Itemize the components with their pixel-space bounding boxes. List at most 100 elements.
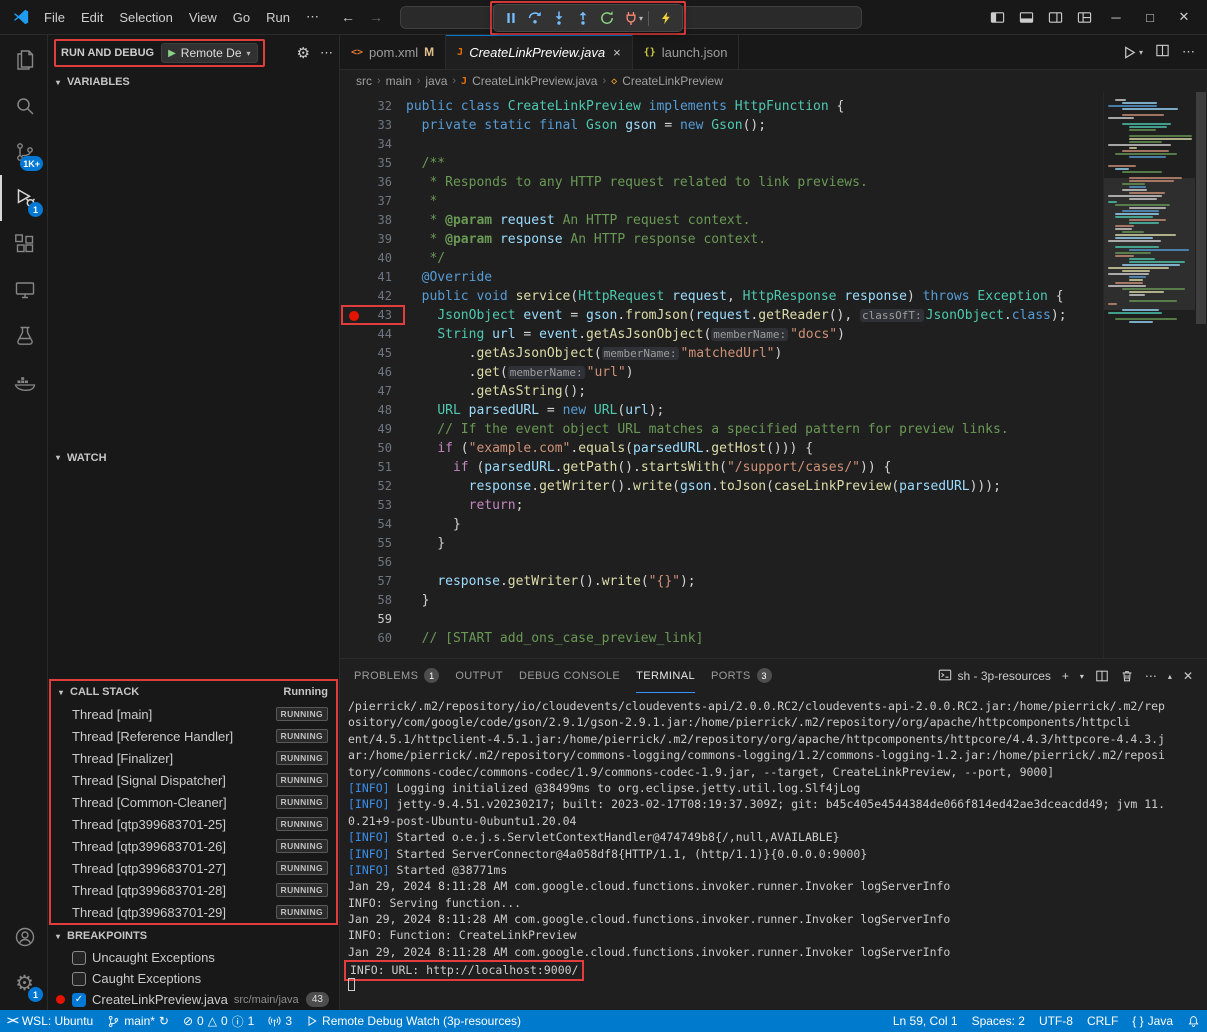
- activity-extensions[interactable]: [0, 221, 47, 267]
- callstack-thread[interactable]: Thread [qtp399683701-27]RUNNING: [51, 857, 336, 879]
- back-icon[interactable]: ←: [341, 9, 355, 25]
- callstack-thread[interactable]: Thread [Finalizer]RUNNING: [51, 747, 336, 769]
- gutter-glyph-margin[interactable]: [340, 230, 366, 249]
- gutter-glyph-margin[interactable]: [340, 591, 366, 610]
- status-debug-watch[interactable]: Remote Debug Watch (3p-resources): [299, 1010, 528, 1032]
- breakpoint-item[interactable]: Uncaught Exceptions: [48, 947, 339, 968]
- activity-run-debug[interactable]: 1: [0, 175, 47, 221]
- chevron-down-icon[interactable]: ▾: [1139, 48, 1143, 57]
- gutter-glyph-margin[interactable]: [340, 192, 366, 211]
- gutter-glyph-margin[interactable]: [340, 629, 366, 648]
- restart-button[interactable]: [595, 7, 618, 29]
- pause-button[interactable]: [499, 7, 522, 29]
- gutter-glyph-margin[interactable]: [340, 135, 366, 154]
- gutter-glyph-margin[interactable]: [340, 572, 366, 591]
- toggle-panel-icon[interactable]: [1012, 0, 1041, 34]
- status-notifications[interactable]: [1180, 1010, 1207, 1032]
- step-over-button[interactable]: [523, 7, 546, 29]
- menu-selection[interactable]: Selection: [111, 0, 180, 34]
- menu-view[interactable]: View: [181, 0, 225, 34]
- breadcrumb-item[interactable]: main: [386, 74, 412, 88]
- gutter-glyph-margin[interactable]: [340, 515, 366, 534]
- watch-header[interactable]: ▾ WATCH: [48, 447, 339, 469]
- menu-edit[interactable]: Edit: [73, 0, 111, 34]
- panel-tab-debug-console[interactable]: DEBUG CONSOLE: [519, 659, 620, 693]
- gutter-glyph-margin[interactable]: [340, 420, 366, 439]
- gutter-glyph-margin[interactable]: [340, 458, 366, 477]
- toggle-secondary-sidebar-icon[interactable]: [1041, 0, 1070, 34]
- gutter-glyph-margin[interactable]: [340, 439, 366, 458]
- activity-search[interactable]: [0, 83, 47, 129]
- menu-run[interactable]: Run: [258, 0, 298, 34]
- gutter-glyph-margin[interactable]: [340, 496, 366, 515]
- gutter-glyph-margin[interactable]: [340, 477, 366, 496]
- checkbox[interactable]: [72, 972, 86, 986]
- new-terminal-button[interactable]: +: [1062, 669, 1069, 683]
- status-eol[interactable]: CRLF: [1080, 1010, 1125, 1032]
- panel-tab-output[interactable]: OUTPUT: [455, 659, 503, 693]
- status-branch[interactable]: main*↻: [100, 1010, 176, 1032]
- callstack-thread[interactable]: Thread [qtp399683701-28]RUNNING: [51, 879, 336, 901]
- callstack-thread[interactable]: Thread [qtp399683701-26]RUNNING: [51, 835, 336, 857]
- status-language-mode[interactable]: { }Java: [1125, 1010, 1180, 1032]
- forward-icon[interactable]: →: [369, 9, 383, 25]
- split-editor-button[interactable]: [1155, 43, 1170, 61]
- variables-header[interactable]: ▾ VARIABLES: [48, 71, 339, 93]
- terminal-launch-chevron-icon[interactable]: ▾: [1080, 672, 1084, 681]
- menu-go[interactable]: Go: [225, 0, 258, 34]
- minimize-button[interactable]: ─: [1099, 0, 1133, 34]
- minimap[interactable]: [1103, 92, 1195, 658]
- hot-code-replace-button[interactable]: [654, 7, 677, 29]
- tab-pom.xml[interactable]: <>pom.xmlM: [340, 35, 446, 69]
- status-indentation[interactable]: Spaces: 2: [965, 1010, 1032, 1032]
- activity-settings[interactable]: ⚙ 1: [0, 960, 47, 1006]
- gutter-glyph-margin[interactable]: [340, 401, 366, 420]
- start-debug-icon[interactable]: ▶: [168, 48, 176, 59]
- breakpoints-header[interactable]: ▾ BREAKPOINTS: [48, 925, 339, 947]
- callstack-thread[interactable]: Thread [main]RUNNING: [51, 703, 336, 725]
- tab-CreateLinkPreview.java[interactable]: JCreateLinkPreview.java×: [446, 35, 632, 69]
- chevron-down-icon[interactable]: ▾: [639, 14, 643, 23]
- activity-accounts[interactable]: [0, 914, 47, 960]
- status-ports[interactable]: 3: [261, 1010, 299, 1032]
- editor-scrollbar[interactable]: [1195, 92, 1207, 658]
- status-encoding[interactable]: UTF-8: [1032, 1010, 1080, 1032]
- scrollbar-thumb[interactable]: [1196, 92, 1206, 324]
- gutter-glyph-margin[interactable]: [340, 363, 366, 382]
- breadcrumb-item[interactable]: CreateLinkPreview: [622, 74, 723, 88]
- status-problems[interactable]: ⊘0△0ⓘ1: [176, 1010, 261, 1032]
- gutter-glyph-margin[interactable]: [340, 97, 366, 116]
- gutter-glyph-margin[interactable]: [340, 249, 366, 268]
- gutter-glyph-margin[interactable]: [340, 154, 366, 173]
- maximize-button[interactable]: □: [1133, 0, 1167, 34]
- checkbox[interactable]: [72, 951, 86, 965]
- menu-file[interactable]: File: [36, 0, 73, 34]
- gutter-glyph-margin[interactable]: [340, 268, 366, 287]
- checkbox[interactable]: ✓: [72, 993, 86, 1007]
- callstack-header[interactable]: ▾ CALL STACK Running: [51, 681, 336, 703]
- sidebar-more-actions-icon[interactable]: ⋯: [320, 45, 333, 61]
- step-out-button[interactable]: [571, 7, 594, 29]
- gutter-glyph-margin[interactable]: [340, 306, 366, 325]
- gutter-glyph-margin[interactable]: [340, 116, 366, 135]
- debug-config-dropdown[interactable]: ▶ Remote De ▾: [161, 43, 257, 63]
- activity-explorer[interactable]: [0, 37, 47, 83]
- activity-docker[interactable]: [0, 359, 47, 405]
- tab-launch.json[interactable]: {}launch.json: [633, 35, 740, 69]
- breadcrumb-item[interactable]: src: [356, 74, 372, 88]
- callstack-thread[interactable]: Thread [Reference Handler]RUNNING: [51, 725, 336, 747]
- gutter-glyph-margin[interactable]: [340, 325, 366, 344]
- terminal-output[interactable]: /pierrick/.m2/repository/io/cloudevents/…: [340, 693, 1207, 1010]
- editor-more-actions-icon[interactable]: ⋯: [1182, 44, 1195, 60]
- toggle-sidebar-icon[interactable]: [983, 0, 1012, 34]
- gutter-glyph-margin[interactable]: [340, 344, 366, 363]
- gutter-glyph-margin[interactable]: [340, 173, 366, 192]
- gutter-glyph-margin[interactable]: [340, 534, 366, 553]
- callstack-thread[interactable]: Thread [Common-Cleaner]RUNNING: [51, 791, 336, 813]
- breakpoint-dot[interactable]: [349, 311, 359, 321]
- code-editor[interactable]: 32public class CreateLinkPreview impleme…: [340, 92, 1207, 658]
- gutter-glyph-margin[interactable]: [340, 382, 366, 401]
- activity-testing[interactable]: [0, 313, 47, 359]
- run-java-button[interactable]: ▾: [1122, 45, 1143, 60]
- breadcrumb-item[interactable]: java: [425, 74, 447, 88]
